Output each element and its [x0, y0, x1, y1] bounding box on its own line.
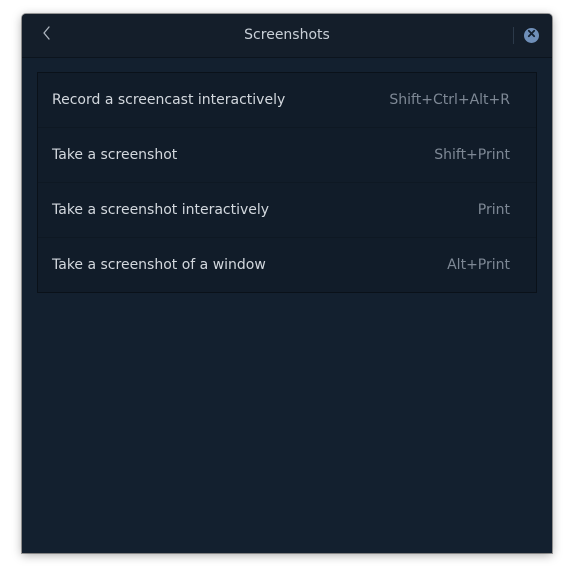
shortcut-accelerator: Print: [477, 202, 510, 218]
shortcuts-list: Record a screencast interactively Shift+…: [37, 72, 537, 293]
shortcut-accelerator: Shift+Print: [434, 147, 510, 163]
titlebar-separator: [513, 27, 514, 44]
shortcut-label: Record a screencast interactively: [52, 92, 286, 108]
shortcut-row-screenshot-interactively[interactable]: Take a screenshot interactively Print: [38, 183, 536, 238]
shortcut-label: Take a screenshot: [52, 147, 178, 163]
shortcut-accelerator: Shift+Ctrl+Alt+R: [389, 92, 510, 108]
shortcut-label: Take a screenshot interactively: [52, 202, 270, 218]
shortcut-label: Take a screenshot of a window: [52, 257, 266, 273]
title-bar: Screenshots: [22, 14, 552, 58]
close-button[interactable]: [524, 28, 539, 43]
window-title: Screenshots: [244, 27, 330, 43]
shortcut-accelerator: Alt+Print: [447, 257, 510, 273]
shortcuts-window: Screenshots Record a screencast interact…: [22, 14, 552, 553]
close-icon: [524, 26, 539, 45]
shortcut-row-record-screencast[interactable]: Record a screencast interactively Shift+…: [38, 73, 536, 128]
shortcut-row-screenshot-window[interactable]: Take a screenshot of a window Alt+Print: [38, 238, 536, 292]
shortcut-row-take-screenshot[interactable]: Take a screenshot Shift+Print: [38, 128, 536, 183]
